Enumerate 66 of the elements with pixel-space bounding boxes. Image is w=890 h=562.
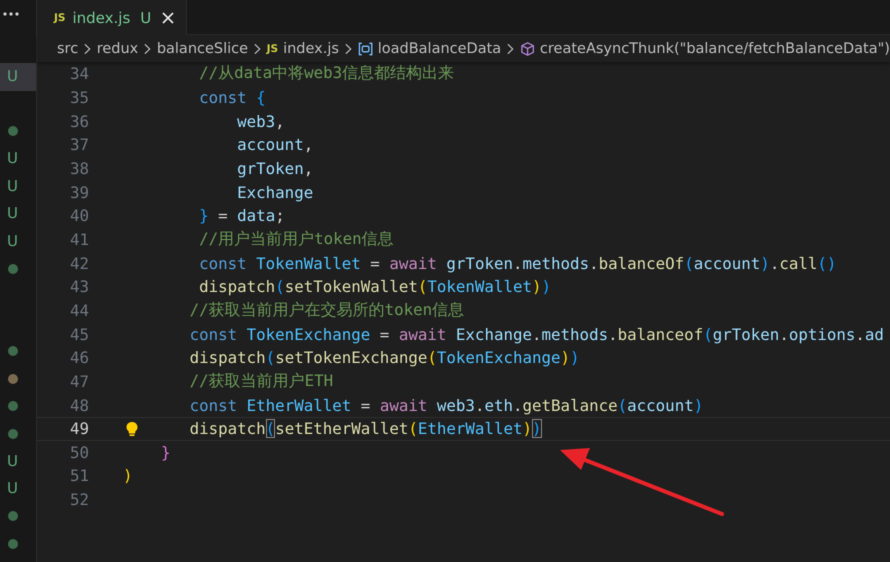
code-line: //从data中将web3信息都结构出来 xyxy=(198,63,454,84)
code-line: ) xyxy=(123,466,133,486)
code-line: dispatch(setTokenExchange(TokenExchange)) xyxy=(188,348,580,368)
chevron-icon xyxy=(143,42,152,54)
chevron-icon xyxy=(506,42,515,54)
more-icon[interactable] xyxy=(3,12,19,16)
git-status-letter: U xyxy=(7,178,18,194)
lightbulb-icon[interactable] xyxy=(125,420,139,437)
selected-row[interactable]: U xyxy=(0,63,36,90)
line-number: 35 xyxy=(68,88,89,107)
line-number: 48 xyxy=(68,396,89,415)
line-number: 37 xyxy=(68,135,89,154)
line-number: 46 xyxy=(68,348,89,368)
code-line: grToken, xyxy=(236,158,314,178)
code-line: const EtherWallet = await web3.eth.getBalance(account) xyxy=(188,396,704,415)
code-line: dispatch(setEtherWallet(EtherWallet)) xyxy=(188,419,542,438)
breadcrumb-item[interactable]: index.js xyxy=(283,40,339,56)
tab-label: index.js xyxy=(72,8,130,26)
line-number: 38 xyxy=(68,158,89,178)
breadcrumb-item[interactable]: src xyxy=(57,40,78,56)
line-number: 42 xyxy=(68,254,89,273)
js-file-icon: JS xyxy=(266,42,278,54)
line-number: 43 xyxy=(68,277,89,296)
code-line: const TokenExchange = await Exchange.methods.balanceof(grToken.options.ad xyxy=(188,324,884,344)
git-status-letter: U xyxy=(7,206,18,222)
git-status-letter: U xyxy=(140,8,152,26)
code-line: dispatch(setTokenWallet(TokenWallet)) xyxy=(198,277,552,296)
line-number: 45 xyxy=(68,324,89,344)
code-line: } xyxy=(160,442,171,462)
line-number: 39 xyxy=(68,182,89,202)
breadcrumb-item[interactable]: createAsyncThunk("balance/fetchBalanceData") xyxy=(540,40,890,56)
code-line: const TokenWallet = await grToken.methods.balanceOf(account).call() xyxy=(198,254,836,273)
close-icon[interactable] xyxy=(161,10,176,24)
code-line: } = data; xyxy=(198,206,285,226)
code-line: Exchange xyxy=(236,182,314,202)
breadcrumb-item[interactable]: loadBalanceData xyxy=(378,40,502,56)
code-line: web3, xyxy=(236,112,285,131)
line-number: 47 xyxy=(68,372,89,391)
line-number: 51 xyxy=(68,466,89,486)
variable-icon xyxy=(358,40,373,56)
code-line: account, xyxy=(236,135,314,154)
git-status-letter: U xyxy=(7,454,18,469)
code-line: //用户当前用户token信息 xyxy=(198,228,394,250)
line-number: 36 xyxy=(68,112,89,131)
line-number: 49 xyxy=(68,419,89,438)
git-status-letter: U xyxy=(7,481,18,496)
git-status-letter: U xyxy=(7,234,18,249)
git-status-letter: U xyxy=(7,151,18,166)
breadcrumb-item[interactable]: redux xyxy=(96,40,138,56)
editor-tab[interactable]: JS index.js U xyxy=(37,0,188,35)
line-number: 50 xyxy=(68,442,89,462)
code-line: //获取当前用户ETH xyxy=(188,370,334,392)
breadcrumb-item[interactable]: balanceSlice xyxy=(156,40,248,56)
chevron-icon xyxy=(83,42,92,54)
line-number: 40 xyxy=(68,206,89,226)
line-number: 34 xyxy=(68,64,89,84)
code-line: const { xyxy=(198,88,266,107)
line-number: 41 xyxy=(68,230,89,249)
git-status-letter: U xyxy=(7,69,18,84)
code-line: //获取当前用户在交易所的token信息 xyxy=(188,300,464,321)
line-number: 52 xyxy=(68,490,89,510)
chevron-icon xyxy=(344,42,353,54)
js-file-icon: JS xyxy=(54,12,66,24)
line-number: 44 xyxy=(68,300,89,320)
chevron-icon xyxy=(253,42,262,54)
cube-icon xyxy=(520,40,535,56)
